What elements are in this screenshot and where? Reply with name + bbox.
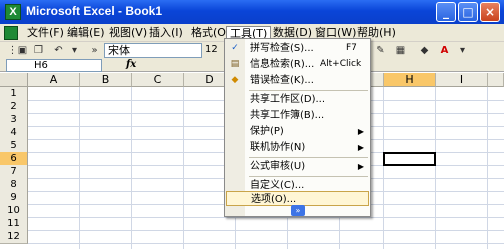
gridline: [28, 230, 504, 231]
menu-item-shared-workspace[interactable]: 共享工作区(D)...: [225, 92, 370, 107]
gridline: [383, 87, 384, 249]
row-header-7[interactable]: 7: [0, 165, 28, 179]
maximize-button[interactable]: □: [458, 2, 478, 22]
gridline: [131, 87, 132, 249]
toolbar-options-icon[interactable]: »: [88, 44, 101, 57]
row-header-4[interactable]: 4: [0, 126, 28, 140]
menu-item-label: 拼写检查(S)...: [250, 43, 314, 54]
title-bar: X Microsoft Excel - Book1 _ □ ×: [0, 0, 504, 24]
menu-item-error-check[interactable]: ◆ 错误检查(K)...: [225, 73, 370, 88]
menu-item-label: 信息检索(R)...: [250, 59, 315, 70]
row-header-10[interactable]: 10: [0, 204, 28, 218]
save-icon[interactable]: ▣: [16, 44, 29, 57]
font-color-icon[interactable]: A: [438, 44, 451, 57]
menu-item-shortcut: F7: [346, 43, 357, 53]
menu-file[interactable]: 文件(F): [24, 26, 67, 41]
gridline: [79, 87, 80, 249]
menu-item-label: 错误检查(K)...: [250, 75, 314, 86]
column-header-c[interactable]: C: [132, 73, 184, 87]
dropdown-icon[interactable]: ▾: [68, 44, 81, 57]
menu-item-label: 联机协作(N): [250, 142, 306, 153]
tools-menu-dropdown: ✓ 拼写检查(S)... F7 ▤ 信息检索(R)... Alt+Click ◆…: [224, 38, 371, 217]
submenu-arrow-icon: ▶: [357, 127, 364, 136]
row-header-2[interactable]: 2: [0, 100, 28, 114]
row-header-6[interactable]: 6: [0, 152, 28, 166]
row-header-5[interactable]: 5: [0, 139, 28, 153]
menu-item-label: 选项(O)...: [251, 194, 297, 205]
menu-insert[interactable]: 插入(I): [146, 26, 186, 41]
fx-icon[interactable]: fx: [126, 59, 136, 71]
menu-item-label: 公式审核(U): [250, 161, 306, 172]
active-cell-h6[interactable]: [383, 152, 436, 166]
close-button[interactable]: ×: [480, 2, 500, 22]
menu-item-protection[interactable]: 保护(P) ▶: [225, 124, 370, 139]
menu-item-label: 共享工作簿(B)...: [250, 110, 325, 121]
gridline: [435, 87, 436, 249]
borders-icon[interactable]: ▦: [394, 44, 407, 57]
row-header-11[interactable]: 11: [0, 217, 28, 231]
menu-separator: [249, 157, 368, 158]
menu-edit[interactable]: 编辑(E): [64, 26, 108, 41]
format-painter-icon[interactable]: ✎: [374, 44, 387, 57]
submenu-arrow-icon: ▶: [357, 162, 364, 171]
menu-item-research[interactable]: ▤ 信息检索(R)... Alt+Click: [225, 57, 370, 72]
menu-item-shortcut: Alt+Click: [320, 59, 362, 69]
error-check-icon: ◆: [231, 75, 239, 85]
name-box[interactable]: H6: [6, 59, 102, 72]
menu-item-formula-auditing[interactable]: 公式审核(U) ▶: [225, 159, 370, 174]
column-header-b[interactable]: B: [80, 73, 132, 87]
gridline: [28, 243, 504, 244]
workbook-icon[interactable]: [4, 26, 18, 40]
column-header-h[interactable]: H: [384, 73, 436, 87]
select-all-corner[interactable]: [0, 73, 28, 87]
gridline: [487, 87, 488, 249]
row-header-3[interactable]: 3: [0, 113, 28, 127]
menu-item-label: 共享工作区(D)...: [250, 94, 326, 105]
row-header-9[interactable]: 9: [0, 191, 28, 205]
copy-icon[interactable]: ❐: [32, 44, 45, 57]
font-name-select[interactable]: 宋体: [104, 43, 202, 58]
menu-separator: [249, 176, 368, 177]
column-header-a[interactable]: A: [28, 73, 80, 87]
row-header-8[interactable]: 8: [0, 178, 28, 192]
row-header-1[interactable]: 1: [0, 87, 28, 101]
menu-item-share-workbook[interactable]: 共享工作簿(B)...: [225, 108, 370, 123]
toolbar-end-icon[interactable]: ▾: [456, 44, 469, 57]
gridline: [183, 87, 184, 249]
menu-separator: [249, 90, 368, 91]
column-header-next[interactable]: [488, 73, 504, 87]
menu-item-spell-check[interactable]: ✓ 拼写检查(S)... F7: [225, 41, 370, 56]
menu-item-options[interactable]: 选项(O)...: [226, 191, 369, 206]
menu-item-online-collaboration[interactable]: 联机协作(N) ▶: [225, 140, 370, 155]
spellcheck-icon: ✓: [231, 43, 239, 53]
submenu-arrow-icon: ▶: [357, 143, 364, 152]
gridline: [28, 217, 504, 218]
window-title: Microsoft Excel - Book1: [26, 4, 163, 18]
fill-color-icon[interactable]: ◆: [418, 44, 431, 57]
row-header-12[interactable]: 12: [0, 230, 28, 244]
minimize-button[interactable]: _: [436, 2, 456, 22]
expand-menu-icon[interactable]: »: [291, 205, 305, 216]
excel-app-icon[interactable]: X: [5, 4, 21, 20]
column-header-i[interactable]: I: [436, 73, 488, 87]
menu-view[interactable]: 视图(V): [106, 26, 150, 41]
research-icon: ▤: [230, 59, 240, 69]
undo-icon[interactable]: ↶: [52, 44, 65, 57]
menu-item-label: 保护(P): [250, 126, 284, 137]
